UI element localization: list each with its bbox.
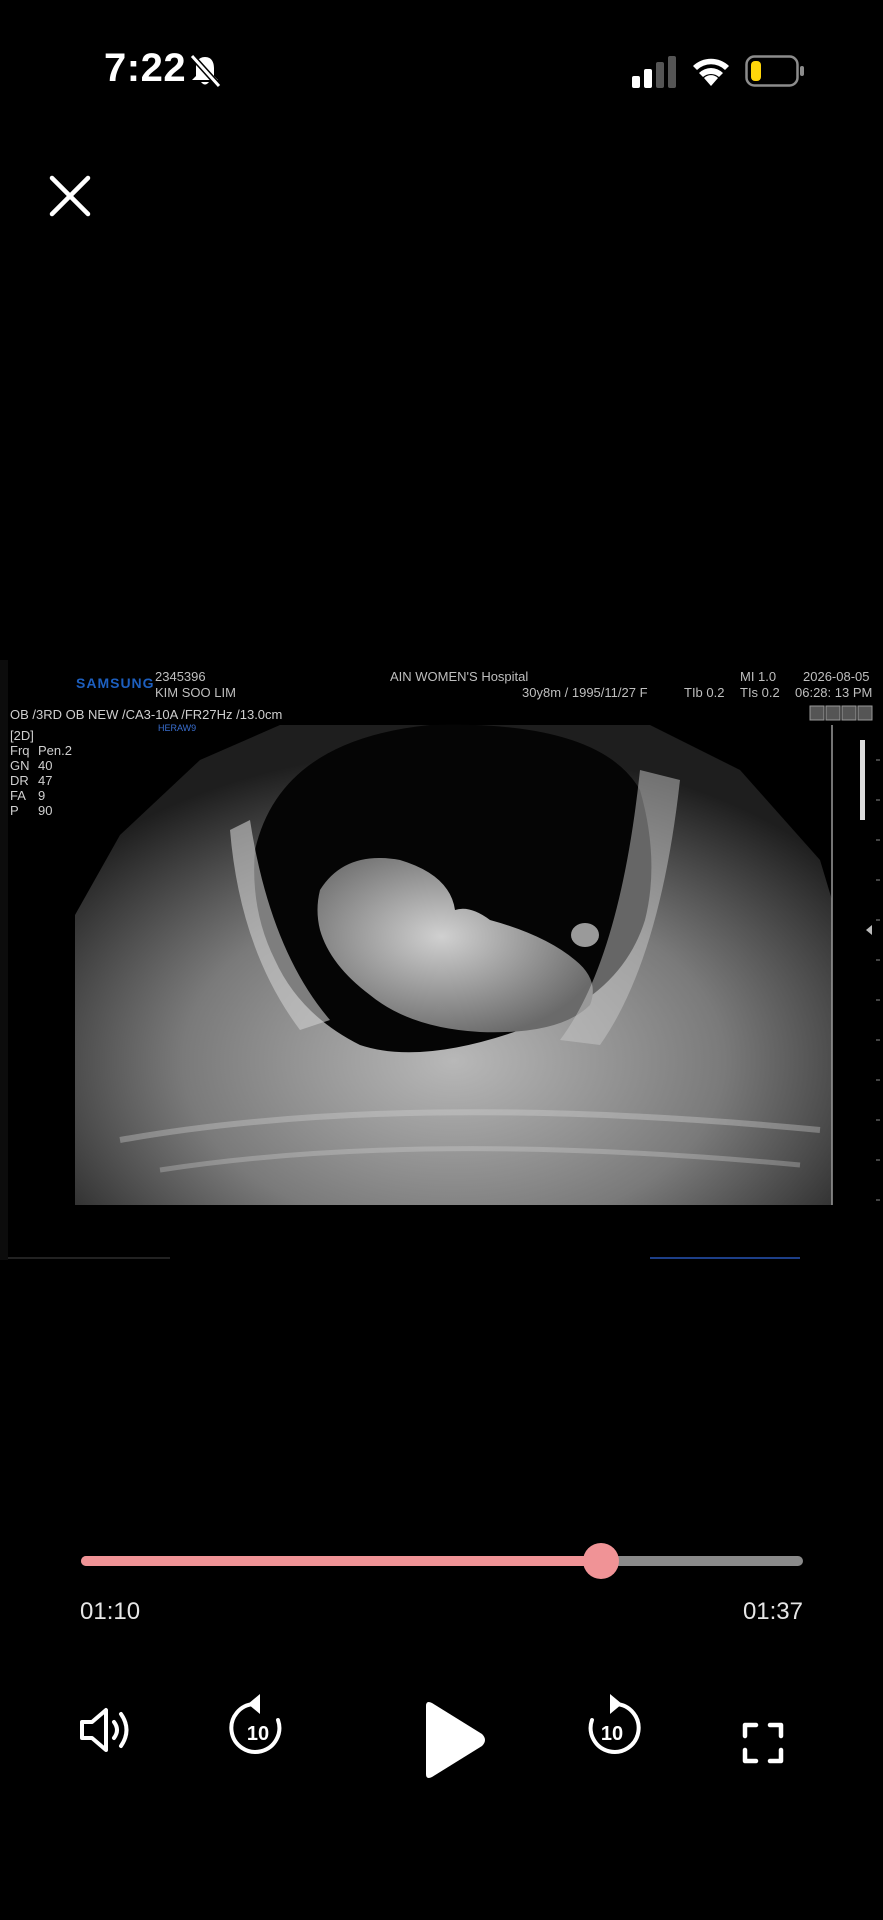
patient-info: 30y8m / 1995/11/27 F — [522, 685, 648, 700]
device-brand: SAMSUNG — [76, 675, 155, 691]
ultrasound-image — [0, 660, 883, 1260]
patient-id: 2345396 — [155, 669, 206, 684]
param-row: Frq Pen.2 — [10, 743, 72, 758]
battery-icon — [745, 55, 804, 87]
progress-fill — [81, 1556, 601, 1566]
tis-value: TIs 0.2 — [740, 685, 780, 700]
status-time: 7:22 — [104, 46, 187, 90]
elapsed-time: 01:10 — [80, 1598, 141, 1625]
sub-label: HERAW9 — [158, 723, 197, 733]
rewind-10-icon: 10 — [229, 1694, 282, 1754]
scan-time: 06:28: 13 PM — [795, 685, 873, 700]
wifi-icon — [693, 58, 729, 86]
volume-button[interactable] — [76, 1700, 136, 1760]
signal-icon — [632, 56, 676, 88]
rewind-button[interactable]: 10 — [226, 1690, 290, 1762]
preset-line: OB /3RD OB NEW /CA3-10A /FR27Hz /13.0cm — [10, 707, 283, 722]
param-row: DR 47 — [10, 773, 53, 788]
total-duration: 01:37 — [742, 1598, 803, 1625]
param-row: GN 40 — [10, 758, 53, 773]
mode-label: [2D] — [10, 728, 34, 743]
progress-track[interactable] — [81, 1543, 803, 1579]
scan-date: 2026-08-05 — [803, 669, 870, 684]
video-frame[interactable]: SAMSUNG 2345396 KIM SOO LIM AIN WOMEN'S … — [0, 660, 883, 1260]
fullscreen-icon — [742, 1722, 784, 1764]
forward-seconds: 10 — [601, 1723, 623, 1745]
tib-value: TIb 0.2 — [684, 685, 725, 700]
speaker-icon — [80, 1708, 129, 1752]
param-row: P 90 — [10, 803, 53, 818]
fullscreen-button[interactable] — [742, 1722, 784, 1764]
play-icon — [426, 1702, 485, 1778]
play-button[interactable] — [418, 1700, 488, 1780]
scan-parameters: [2D] Frq Pen.2 GN 40 DR 47 FA 9 P 90 — [10, 728, 72, 818]
param-row: FA 9 — [10, 788, 46, 803]
forward-10-icon: 10 — [588, 1694, 641, 1754]
mi-value: MI 1.0 — [740, 669, 777, 684]
hospital-name: AIN WOMEN'S Hospital — [390, 669, 529, 684]
patient-name: KIM SOO LIM — [155, 685, 236, 700]
forward-button[interactable]: 10 — [580, 1690, 644, 1762]
bell-slash-icon — [189, 53, 222, 89]
close-icon[interactable] — [46, 172, 94, 220]
progress-thumb[interactable] — [582, 1543, 619, 1579]
rewind-seconds: 10 — [247, 1723, 269, 1745]
